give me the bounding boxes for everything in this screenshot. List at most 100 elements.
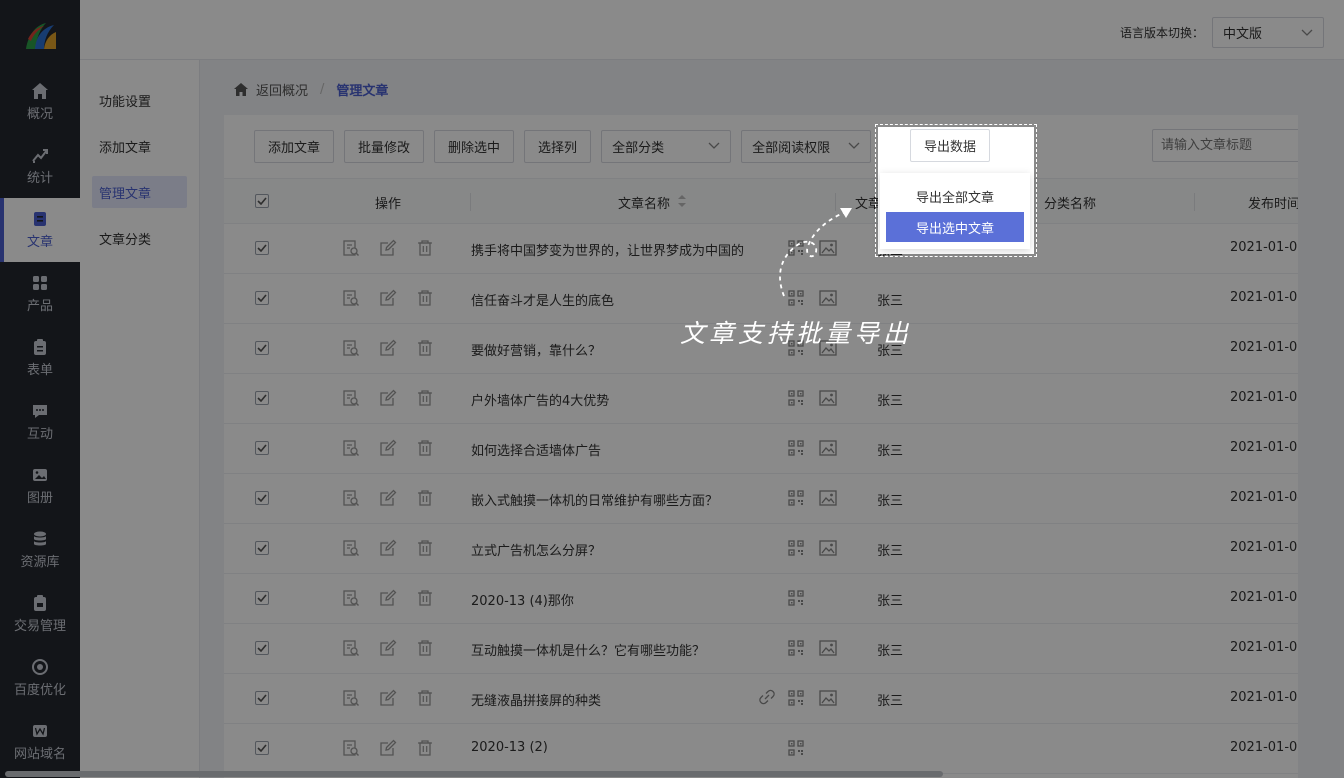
delete-icon[interactable] [416,589,434,611]
row-checkbox[interactable] [255,391,269,405]
edit-icon[interactable] [379,739,397,761]
nav-item-product[interactable]: 产品 [0,262,80,326]
row-checkbox[interactable] [255,741,269,755]
preview-icon[interactable] [342,239,360,261]
qrcode-icon[interactable] [788,640,804,660]
edit-icon[interactable] [379,489,397,511]
edit-icon[interactable] [379,339,397,361]
edit-icon[interactable] [379,239,397,261]
qrcode-icon[interactable] [788,590,804,610]
delete-icon[interactable] [416,439,434,461]
article-title[interactable]: 如何选择合适墙体广告 [471,440,601,459]
column-header-title[interactable]: 文章名称 [618,193,670,212]
row-checkbox[interactable] [255,491,269,505]
row-checkbox[interactable] [255,291,269,305]
edit-icon[interactable] [379,639,397,661]
select-columns-button[interactable]: 选择列 [524,129,592,163]
image-icon[interactable] [819,690,837,710]
qrcode-icon[interactable] [788,540,804,560]
select-all-checkbox[interactable] [255,194,269,208]
qrcode-icon[interactable] [788,740,804,760]
edit-icon[interactable] [379,539,397,561]
horizontal-scrollbar[interactable] [5,771,943,777]
preview-icon[interactable] [342,539,360,561]
article-title[interactable]: 嵌入式触摸一体机的日常维护有哪些方面？ [471,490,718,509]
edit-icon[interactable] [379,439,397,461]
delete-icon[interactable] [416,239,434,261]
export-all-articles-option[interactable]: 导出全部文章 [886,181,1024,211]
article-title[interactable]: 户外墙体广告的4大优势 [471,390,609,409]
nav-item-domain[interactable]: 网站域名 [0,710,80,774]
sort-icon[interactable] [678,195,686,207]
qrcode-icon[interactable] [788,440,804,460]
breadcrumb-back-link[interactable]: 返回概况 [256,80,308,99]
preview-icon[interactable] [342,639,360,661]
delete-icon[interactable] [416,389,434,411]
qrcode-icon[interactable] [788,390,804,410]
add-article-button[interactable]: 添加文章 [254,129,335,163]
export-selected-articles-option[interactable]: 导出选中文章 [886,212,1024,242]
submenu-item-manage-articles[interactable]: 管理文章 [92,176,187,208]
row-checkbox[interactable] [255,541,269,555]
delete-icon[interactable] [416,489,434,511]
preview-icon[interactable] [342,339,360,361]
submenu-item-article-categories[interactable]: 文章分类 [92,222,187,254]
nav-item-form[interactable]: 表单 [0,326,80,390]
language-select[interactable]: 中文版 [1212,17,1324,48]
article-title[interactable]: 信任奋斗才是人生的底色 [471,290,614,309]
submenu-item-add-article[interactable]: 添加文章 [92,130,187,162]
row-checkbox[interactable] [255,691,269,705]
submenu-item-settings[interactable]: 功能设置 [92,84,187,116]
preview-icon[interactable] [342,689,360,711]
batch-edit-button[interactable]: 批量修改 [344,129,425,163]
image-icon[interactable] [819,640,837,660]
delete-icon[interactable] [416,289,434,311]
qrcode-icon[interactable] [788,690,804,710]
nav-item-article[interactable]: 文章 [0,198,80,262]
preview-icon[interactable] [342,289,360,311]
image-icon[interactable] [819,490,837,510]
article-title[interactable]: 携手将中国梦变为世界的，让世界梦成为中国的 [471,240,744,259]
category-select[interactable]: 全部分类 [601,129,732,163]
logo[interactable] [0,0,80,70]
preview-icon[interactable] [342,439,360,461]
nav-item-seo[interactable]: 百度优化 [0,646,80,710]
read-permission-select[interactable]: 全部阅读权限 [741,129,872,163]
image-icon[interactable] [819,390,837,410]
delete-icon[interactable] [416,689,434,711]
nav-item-chart[interactable]: 统计 [0,134,80,198]
delete-icon[interactable] [416,339,434,361]
nav-item-database[interactable]: 资源库 [0,518,80,582]
nav-item-trade[interactable]: 交易管理 [0,582,80,646]
row-checkbox[interactable] [255,641,269,655]
preview-icon[interactable] [342,389,360,411]
link-icon[interactable] [759,689,775,709]
article-title[interactable]: 无缝液晶拼接屏的种类 [471,690,601,709]
article-title[interactable]: 互动触摸一体机是什么？它有哪些功能？ [471,640,705,659]
export-data-button[interactable]: 导出数据 [910,129,991,162]
image-icon[interactable] [819,440,837,460]
article-title[interactable]: 立式广告机怎么分屏？ [471,540,601,559]
row-checkbox[interactable] [255,341,269,355]
article-title[interactable]: 2020-13 (2) [471,740,548,755]
delete-icon[interactable] [416,539,434,561]
preview-icon[interactable] [342,739,360,761]
delete-icon[interactable] [416,739,434,761]
nav-item-chat[interactable]: 互动 [0,390,80,454]
article-title[interactable]: 要做好营销，靠什么？ [471,340,601,359]
edit-icon[interactable] [379,589,397,611]
row-checkbox[interactable] [255,591,269,605]
image-icon[interactable] [819,540,837,560]
edit-icon[interactable] [379,389,397,411]
delete-icon[interactable] [416,639,434,661]
delete-selected-button[interactable]: 删除选中 [434,129,515,163]
article-title[interactable]: 2020-13 (4)那你 [471,590,574,609]
preview-icon[interactable] [342,489,360,511]
edit-icon[interactable] [379,689,397,711]
qrcode-icon[interactable] [788,490,804,510]
preview-icon[interactable] [342,589,360,611]
edit-icon[interactable] [379,289,397,311]
nav-item-album[interactable]: 图册 [0,454,80,518]
row-checkbox[interactable] [255,241,269,255]
row-checkbox[interactable] [255,441,269,455]
